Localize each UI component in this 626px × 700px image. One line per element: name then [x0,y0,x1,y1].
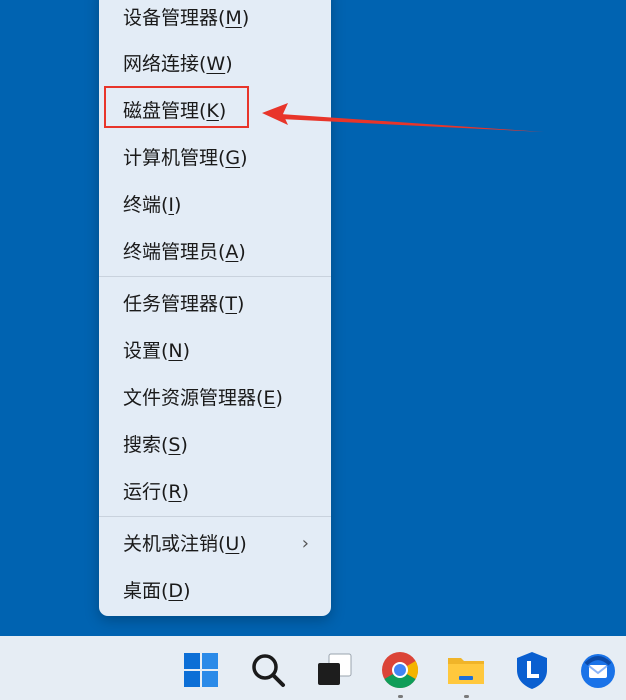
menu-item-computer-management[interactable]: 计算机管理(G) [99,138,331,178]
menu-item-shutdown-signout[interactable]: 关机或注销(U) › [99,524,331,564]
annotation-arrow-icon [262,103,544,132]
menu-item-task-manager[interactable]: 任务管理器(T) [99,284,331,324]
menu-item-terminal-admin[interactable]: 终端管理员(A) [99,232,331,272]
menu-item-file-explorer[interactable]: 文件资源管理器(E) [99,378,331,418]
highlight-box [104,86,249,128]
menu-item-search[interactable]: 搜索(S) [99,425,331,465]
task-view-icon[interactable] [315,650,355,690]
windows-start-icon[interactable] [181,650,221,690]
menu-separator [99,516,331,517]
taskbar [0,636,626,700]
running-indicator [464,695,469,698]
thunderbird-icon[interactable] [578,650,618,690]
menu-item-terminal[interactable]: 终端(I) [99,185,331,225]
menu-item-network-connections[interactable]: 网络连接(W) [99,44,331,84]
file-explorer-icon[interactable] [446,650,486,698]
menu-item-run[interactable]: 运行(R) [99,472,331,512]
menu-item-desktop[interactable]: 桌面(D) [99,571,331,611]
chrome-icon[interactable] [380,650,420,698]
running-indicator [398,695,403,698]
chevron-right-icon: › [301,533,309,554]
search-icon[interactable] [248,650,288,690]
menu-item-settings[interactable]: 设置(N) [99,331,331,371]
menu-separator [99,276,331,277]
menu-item-device-manager[interactable]: 设备管理器(M) [99,0,331,38]
bing-icon[interactable] [512,650,552,690]
